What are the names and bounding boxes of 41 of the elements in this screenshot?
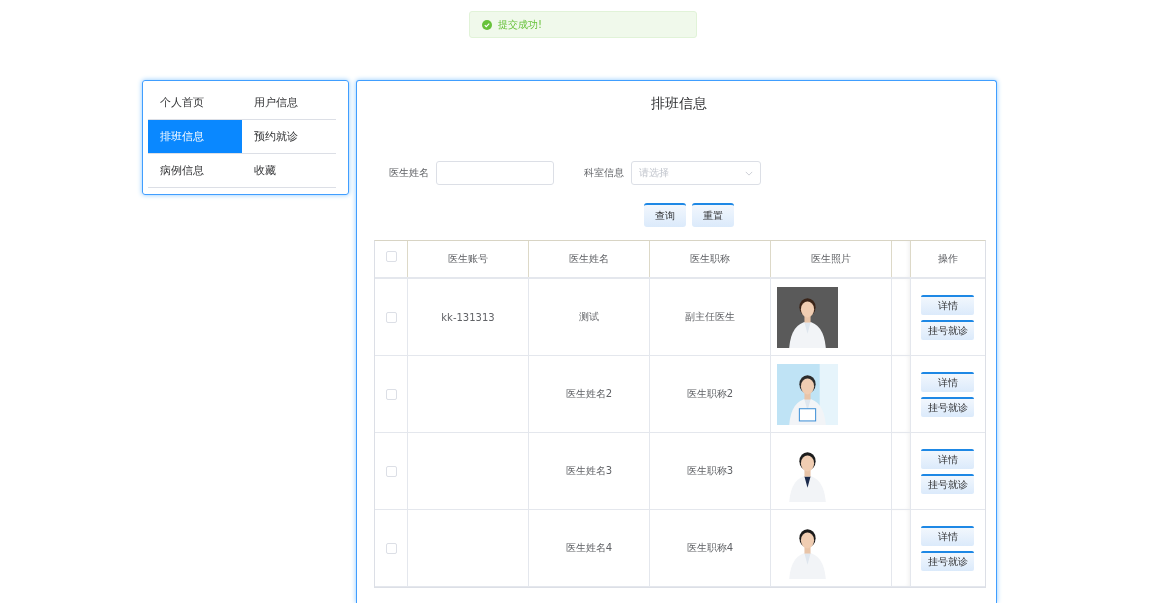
checkbox[interactable]: [385, 251, 397, 262]
checkbox[interactable]: [385, 543, 397, 554]
register-button[interactable]: 挂号就诊: [921, 473, 974, 494]
column-header: 医生职称: [650, 241, 771, 277]
table-cell: 医生职称2: [686, 387, 734, 401]
column-header: 医生姓名: [529, 241, 650, 277]
column-header: 医生账号: [408, 241, 529, 277]
column-header: 操作: [936, 252, 959, 266]
table-cell: 医生姓名2: [565, 387, 613, 401]
reset-button[interactable]: 重置: [692, 203, 734, 227]
chevron-down-icon: [745, 170, 753, 176]
checkbox[interactable]: [385, 466, 397, 477]
register-button[interactable]: 挂号就诊: [921, 396, 974, 417]
table-cell: 测试: [579, 310, 599, 324]
table-cell: 医生职称4: [686, 541, 734, 555]
register-button[interactable]: 挂号就诊: [921, 319, 974, 340]
field-label: 医生姓名: [389, 166, 429, 180]
search-field[interactable]: [436, 161, 554, 185]
details-button[interactable]: 详情: [921, 525, 974, 546]
nav-item[interactable]: 用户信息: [242, 86, 336, 120]
checkbox[interactable]: [385, 389, 397, 400]
field-label: 科室信息: [584, 166, 624, 180]
table-cell: 副主任医生: [685, 310, 735, 324]
table-cell: 医生姓名4: [565, 541, 613, 555]
register-button[interactable]: 挂号就诊: [921, 550, 974, 571]
toast-message: 提交成功!: [498, 17, 542, 32]
nav-item[interactable]: 预约就诊: [242, 120, 336, 154]
nav-item[interactable]: 病例信息: [148, 154, 242, 188]
column-header: 医生照片: [771, 241, 892, 277]
details-button[interactable]: 详情: [921, 294, 974, 315]
details-button[interactable]: 详情: [921, 371, 974, 392]
check-circle-icon: [482, 19, 492, 30]
table-cell: kk-131313: [441, 311, 495, 323]
search-button[interactable]: 查询: [644, 203, 686, 227]
checkbox[interactable]: [385, 312, 397, 323]
table-cell: 医生姓名3: [565, 464, 613, 478]
details-button[interactable]: 详情: [921, 448, 974, 469]
table-cell: 医生职称3: [686, 464, 734, 478]
page-title: 排班信息: [650, 94, 708, 113]
nav-item[interactable]: 排班信息: [148, 120, 242, 154]
nav-item[interactable]: 收藏: [242, 154, 336, 188]
